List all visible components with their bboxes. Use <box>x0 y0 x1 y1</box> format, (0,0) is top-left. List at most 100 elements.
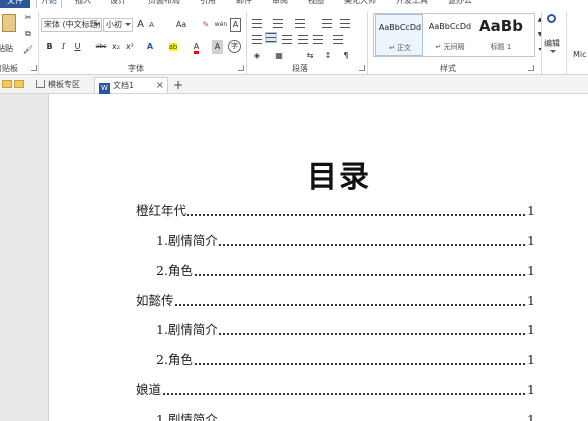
font-color-button[interactable]: A <box>191 40 202 54</box>
microsoft-addin-label: Mic <box>573 50 587 59</box>
tab-template-zone-label: 模板专区 <box>48 80 80 89</box>
tab-references[interactable]: 引用 <box>200 0 216 8</box>
tab-file[interactable]: 文件 <box>0 0 30 8</box>
borders-icon[interactable]: ▦ <box>272 49 286 63</box>
sort-icon[interactable]: ↕ <box>322 49 334 63</box>
show-marks-icon[interactable]: ¶ <box>340 49 352 63</box>
numbering-icon[interactable] <box>273 19 283 28</box>
align-right-icon[interactable] <box>282 35 292 44</box>
tab-mailings[interactable]: 邮件 <box>236 0 252 8</box>
toc-entry[interactable]: 娘道 1 <box>136 381 535 399</box>
copy-icon[interactable]: ⧉ <box>22 27 34 41</box>
toc-entry-text: 1.剧情简介 <box>156 321 219 339</box>
tab-home[interactable]: 开始 <box>36 0 62 8</box>
toc-leader <box>156 274 525 276</box>
paste-button[interactable]: 粘贴 <box>0 12 22 56</box>
tab-review[interactable]: 审阅 <box>272 0 288 8</box>
strikethrough-button[interactable]: abc <box>94 40 108 54</box>
multilevel-list-icon[interactable] <box>295 19 305 28</box>
format-painter-icon[interactable]: 🖌 <box>22 43 34 57</box>
style-normal[interactable]: AaBbCcDd ↵ 正文 <box>375 14 423 56</box>
toc-entry[interactable]: 1.剧情简介 1 <box>156 321 535 339</box>
text-effects-button[interactable]: A <box>144 40 156 54</box>
tab-developer[interactable]: 开发工具 <box>396 0 428 8</box>
shrink-font-button[interactable]: A <box>147 18 156 32</box>
toc-entry-text: 1.剧情简介 <box>156 232 219 250</box>
open-folder-icon[interactable] <box>14 80 24 88</box>
decrease-indent-icon[interactable] <box>322 19 332 28</box>
tab-layout[interactable]: 页面布局 <box>148 0 180 8</box>
chinese-layout-icon[interactable]: ⇆ <box>303 49 317 63</box>
toc-entry[interactable]: 2.角色 1 <box>156 262 535 280</box>
chevron-down-icon <box>550 50 556 53</box>
font-name-combo[interactable]: 宋体 (中文标题) <box>41 18 102 32</box>
tab-template-zone[interactable]: 模板专区 <box>33 77 93 93</box>
style-no-spacing[interactable]: AaBbCcDd ↵ 无间隔 <box>426 14 474 56</box>
toc-entry[interactable]: 1.剧情简介 1 <box>156 411 535 421</box>
new-tab-button[interactable]: + <box>172 77 184 93</box>
clear-formatting-icon[interactable]: ✎ <box>200 18 212 32</box>
styles-scroll-down-icon[interactable]: ▼ <box>536 28 544 42</box>
toc-leader <box>136 304 525 306</box>
character-shading-button[interactable]: A <box>212 40 223 54</box>
toc-page-number: 1 <box>525 321 535 339</box>
styles-scroll-up-icon[interactable]: ▲ <box>536 13 544 27</box>
styles-gallery: AaBbCcDd ↵ 正文 AaBbCcDd ↵ 无间隔 AaBb 标题 1 <box>373 13 535 57</box>
tab-document-1[interactable]: W 文档1 × <box>94 77 168 94</box>
justify-icon[interactable] <box>298 35 308 44</box>
styles-launcher-icon[interactable] <box>528 65 534 71</box>
editing-button[interactable]: 编辑 <box>544 12 562 58</box>
font-color-text: A <box>193 42 200 54</box>
chevron-down-icon <box>94 23 100 26</box>
tab-insert[interactable]: 插入 <box>75 0 91 8</box>
toc-entry[interactable]: 1.剧情简介 1 <box>156 232 535 250</box>
editing-label: 编辑 <box>544 39 560 48</box>
tab-office[interactable]: 慧办公 <box>448 0 472 8</box>
enclose-character-button[interactable]: 字 <box>228 40 241 53</box>
cut-icon[interactable]: ✂ <box>22 11 34 25</box>
style-sample: AaBb <box>479 17 523 35</box>
toc-entry[interactable]: 2.角色 1 <box>156 351 535 369</box>
bold-button[interactable]: B <box>44 40 55 54</box>
highlight-button[interactable]: ab <box>166 40 180 54</box>
toc-entry[interactable]: 橙红年代 1 <box>136 202 535 220</box>
style-heading-1[interactable]: AaBb 标题 1 <box>477 14 525 56</box>
toc-page-number: 1 <box>525 381 535 399</box>
tab-view[interactable]: 视图 <box>308 0 324 8</box>
phonetic-guide-button[interactable]: wén <box>213 18 229 32</box>
group-divider <box>38 12 39 74</box>
subscript-button[interactable]: x₂ <box>110 40 122 54</box>
font-launcher-icon[interactable] <box>238 65 244 71</box>
italic-button[interactable]: I <box>58 40 69 54</box>
group-divider <box>367 12 368 74</box>
close-tab-icon[interactable]: × <box>156 78 164 94</box>
font-size-combo[interactable]: 小初 <box>103 18 133 32</box>
tab-design[interactable]: 设计 <box>110 0 126 8</box>
line-spacing-icon[interactable] <box>333 35 343 44</box>
bullets-icon[interactable] <box>252 19 262 28</box>
align-left-icon[interactable] <box>252 35 262 44</box>
clipboard-launcher-icon[interactable] <box>31 65 37 71</box>
increase-indent-icon[interactable] <box>340 19 350 28</box>
align-center-icon[interactable] <box>265 32 277 43</box>
paragraph-launcher-icon[interactable] <box>359 65 365 71</box>
group-divider <box>246 12 247 74</box>
toc-entry-text: 2.角色 <box>156 351 194 369</box>
folder-icon[interactable] <box>2 80 12 88</box>
character-border-button[interactable]: A <box>230 18 241 32</box>
tab-beautify[interactable]: 美化大师 <box>344 0 376 8</box>
toc-page-number: 1 <box>525 202 535 220</box>
grow-font-button[interactable]: A <box>136 18 145 32</box>
tab-document-1-label: 文档1 <box>113 81 135 90</box>
change-case-button[interactable]: Aa <box>172 18 190 32</box>
underline-button[interactable]: U <box>72 40 83 54</box>
home-icon <box>36 80 45 88</box>
distributed-icon[interactable] <box>313 35 323 44</box>
superscript-button[interactable]: x² <box>124 40 136 54</box>
style-sample: AaBbCcDd <box>378 23 422 32</box>
toc-entry[interactable]: 如懿传 1 <box>136 292 535 310</box>
styles-more-icon[interactable]: ▾ <box>536 43 544 57</box>
document-page[interactable]: 目录 橙红年代 1 1.剧情简介 1 2.角色 1 如懿传 1 1.剧情简介 1 2.角色… <box>49 94 588 421</box>
shading-icon[interactable]: ◈ <box>250 49 264 63</box>
style-name: ↵ 正文 <box>388 44 412 52</box>
